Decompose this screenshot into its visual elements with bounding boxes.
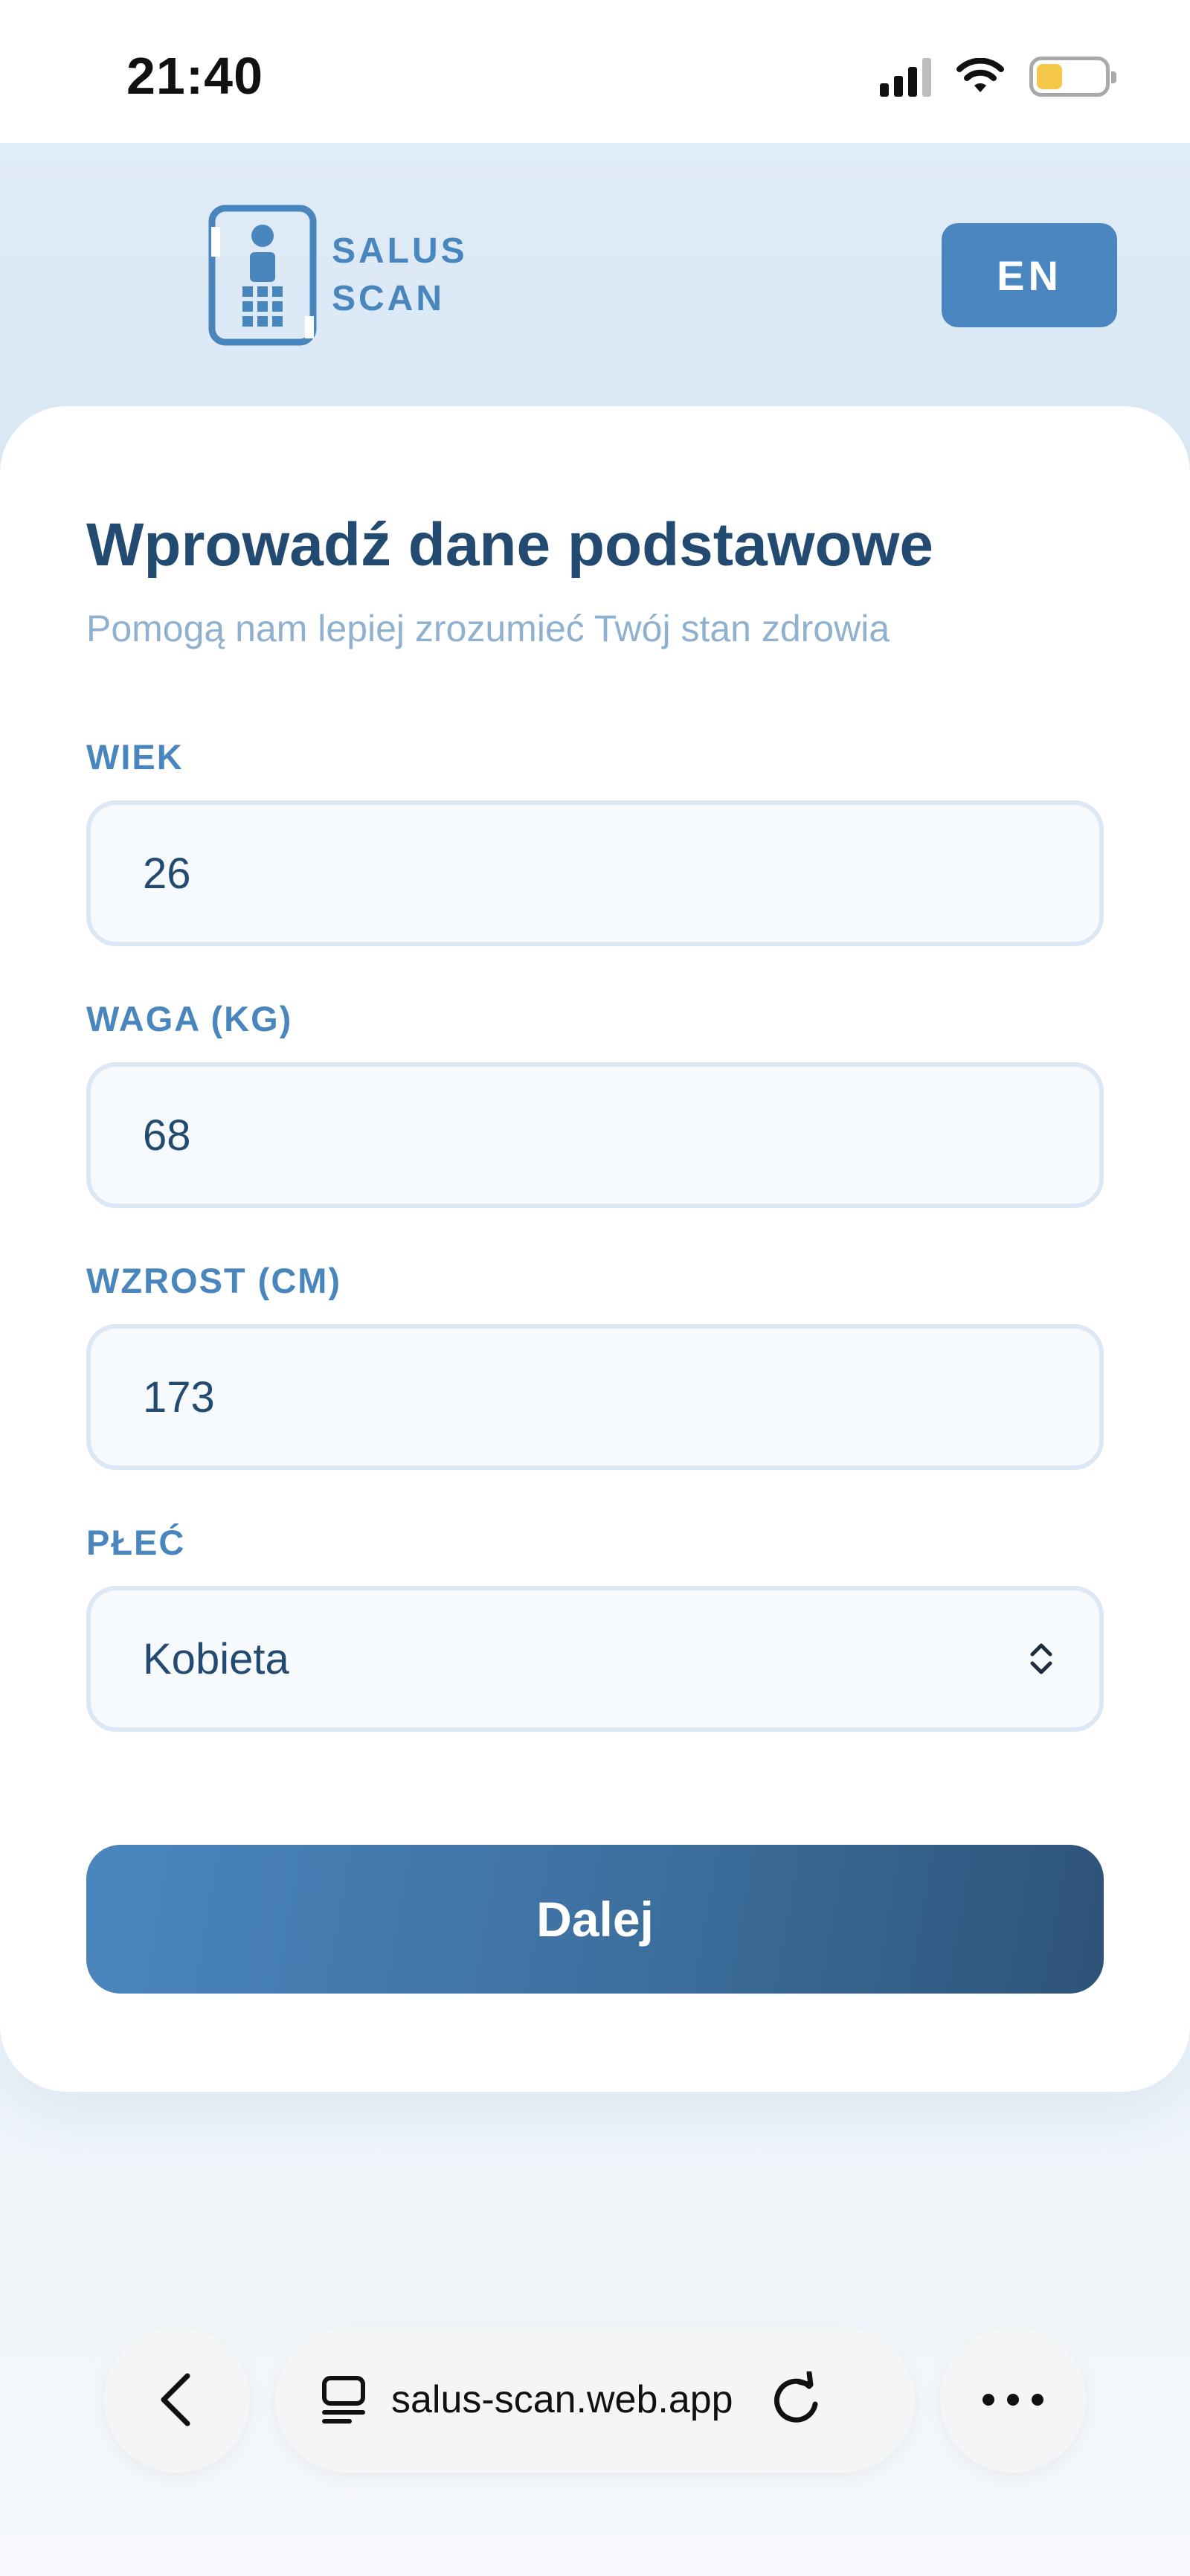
logo-text-line1: SALUS <box>332 231 468 271</box>
more-options-icon <box>982 2394 1043 2406</box>
status-bar: 21:40 <box>0 0 1190 143</box>
age-input[interactable]: 26 <box>86 800 1104 946</box>
browser-toolbar: salus-scan.web.app <box>0 2327 1190 2476</box>
url-bar[interactable]: salus-scan.web.app <box>275 2327 915 2473</box>
sex-value: Kobieta <box>143 1634 289 1683</box>
weight-input[interactable]: 68 <box>86 1062 1104 1208</box>
weight-value: 68 <box>143 1111 191 1160</box>
logo-text-line2: SCAN <box>332 279 446 318</box>
sex-select[interactable]: Kobieta <box>86 1586 1104 1732</box>
page-title: Wprowadź dane podstawowe <box>86 511 933 579</box>
status-icons <box>880 57 1116 97</box>
logo-text: SALUS SCAN <box>332 232 468 318</box>
app-logo: SALUS SCAN <box>208 205 468 346</box>
wifi-icon <box>956 58 1004 92</box>
battery-icon <box>1029 57 1116 97</box>
cellular-signal-icon <box>880 57 931 97</box>
reader-menu-icon <box>322 2376 365 2424</box>
height-value: 173 <box>143 1372 215 1422</box>
height-input[interactable]: 173 <box>86 1324 1104 1470</box>
height-label: WZROST (CM) <box>86 1261 342 1300</box>
language-toggle-button[interactable]: EN <box>942 223 1117 327</box>
chevron-left-icon <box>161 2373 190 2426</box>
basic-info-card: Wprowadź dane podstawowe Pomogą nam lepi… <box>0 406 1190 2092</box>
page-subtitle: Pomogą nam lepiej zrozumieć Twój stan zd… <box>86 608 890 649</box>
browser-more-button[interactable] <box>940 2327 1086 2473</box>
reload-icon[interactable] <box>771 2371 823 2428</box>
browser-back-button[interactable] <box>104 2327 250 2473</box>
weight-label: WAGA (KG) <box>86 999 293 1038</box>
age-label: WIEK <box>86 737 184 777</box>
url-text: salus-scan.web.app <box>391 2378 733 2421</box>
sex-label: PŁEĆ <box>86 1523 186 1562</box>
status-time: 21:40 <box>126 47 264 105</box>
salus-scan-logo-icon <box>208 205 317 346</box>
next-button[interactable]: Dalej <box>86 1845 1104 1994</box>
select-chevron-icon <box>1030 1643 1052 1674</box>
age-value: 26 <box>143 849 191 898</box>
